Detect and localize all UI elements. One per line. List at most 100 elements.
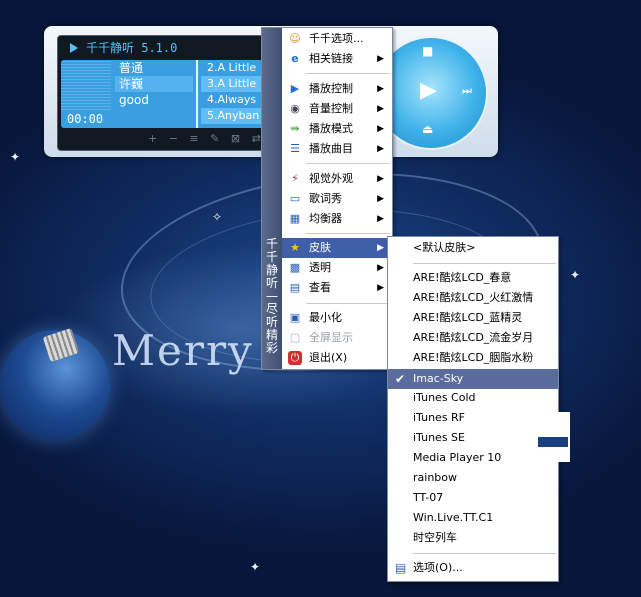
submenu-arrow-icon: ▶ — [377, 144, 384, 154]
fullscreen-icon: ▢ — [289, 331, 301, 344]
display-divider — [196, 60, 198, 128]
menu-item-equalizer[interactable]: ▦ 均衡器 ▶ — [282, 209, 392, 229]
menu-divider — [413, 553, 556, 554]
skin-label: iTunes RF — [413, 411, 466, 424]
skin-item[interactable]: 时空列车 — [388, 528, 558, 548]
menu-item-options[interactable]: ☺ 千千选项... — [282, 29, 392, 49]
menu-item-volume[interactable]: ◉ 音量控制 ▶ — [282, 99, 392, 119]
menu-item-links[interactable]: e 相关链接 ▶ — [282, 49, 392, 69]
menu-item-lyrics[interactable]: ▭ 歌词秀 ▶ — [282, 189, 392, 209]
visual-icon: ⚡ — [291, 172, 299, 185]
play-mode-icon: ⇛ — [290, 122, 300, 135]
submenu-arrow-icon: ▶ — [377, 104, 384, 114]
equalizer-icon: ▦ — [289, 212, 301, 225]
main-context-menu: 千千静听—尽听精彩 ☺ 千千选项... e 相关链接 ▶ ▶ 播放控制 ▶ ◉ … — [261, 27, 393, 370]
volume-icon: ◉ — [290, 102, 300, 115]
skin-item-selected[interactable]: ✔ Imac-Sky — [388, 369, 558, 389]
skin-item-default[interactable]: <默认皮肤> — [388, 238, 558, 258]
skin-label: ARE!酷炫LCD_蓝精灵 — [413, 311, 523, 324]
spectrum-visualizer — [61, 60, 111, 110]
skin-item[interactable]: ARE!酷炫LCD_流金岁月 — [388, 328, 558, 348]
menu-item-play-mode[interactable]: ⇛ 播放模式 ▶ — [282, 119, 392, 139]
menu-item-label: 全屏显示 — [309, 331, 353, 344]
menu-item-label: 音量控制 — [309, 102, 353, 115]
star-icon: ✧ — [212, 210, 223, 224]
view-icon: ▤ — [289, 281, 301, 294]
star-icon: ✦ — [250, 560, 261, 574]
eq-mode: 普通 — [119, 61, 144, 75]
menu-item-minimize[interactable]: ▣ 最小化 — [282, 308, 392, 328]
skin-label: iTunes SE — [413, 431, 465, 444]
skin-item[interactable]: Media Player 10 — [388, 448, 558, 468]
skin-item[interactable]: iTunes RF — [388, 408, 558, 428]
menu-item-transparency[interactable]: ▩ 透明 ▶ — [282, 258, 392, 278]
skin-submenu: <默认皮肤> ARE!酷炫LCD_春意 ARE!酷炫LCD_火红激情 ARE!酷… — [387, 236, 570, 582]
skin-item[interactable]: ARE!酷炫LCD_胭脂水粉 — [388, 348, 558, 368]
menu-item-label: 最小化 — [309, 311, 342, 324]
menu-item-visual[interactable]: ⚡ 视觉外观 ▶ — [282, 169, 392, 189]
check-icon: ✔ — [395, 372, 406, 386]
skin-label: <默认皮肤> — [413, 241, 476, 254]
menu-item-label: 歌词秀 — [309, 192, 342, 205]
skin-label: ARE!酷炫LCD_火红激情 — [413, 291, 534, 304]
skin-label: 时空列车 — [413, 531, 457, 544]
skin-label: Imac-Sky — [413, 372, 464, 385]
stop-icon[interactable]: ■ — [422, 44, 433, 58]
menu-divider — [413, 263, 556, 264]
skin-label: Win.Live.TT.C1 — [413, 511, 494, 524]
play-control-icon: ▶ — [290, 82, 300, 95]
skin-label: ARE!酷炫LCD_胭脂水粉 — [413, 351, 534, 364]
skin-item[interactable]: iTunes SE — [388, 428, 558, 448]
skin-item[interactable]: Win.Live.TT.C1 — [388, 508, 558, 528]
submenu-arrow-icon: ▶ — [377, 283, 384, 293]
skin-star-icon: ★ — [290, 241, 300, 254]
lyrics-icon: ▭ — [289, 192, 301, 205]
submenu-arrow-icon: ▶ — [377, 263, 384, 273]
skin-item[interactable]: ARE!酷炫LCD_春意 — [388, 268, 558, 288]
menu-item-play-control[interactable]: ▶ 播放控制 ▶ — [282, 79, 392, 99]
next-track-icon[interactable]: ⏭ — [462, 84, 472, 98]
submenu-arrow-icon: ▶ — [377, 243, 384, 253]
skin-item[interactable]: ARE!酷炫LCD_火红激情 — [388, 288, 558, 308]
transparency-icon: ▩ — [289, 261, 301, 274]
play-icon[interactable]: ▶ — [420, 78, 437, 103]
skin-label: ARE!酷炫LCD_流金岁月 — [413, 331, 534, 344]
time-display: 00:00 — [67, 112, 104, 126]
options-icon: ☺ — [289, 32, 301, 45]
menu-item-playlist[interactable]: ☰ 播放曲目 ▶ — [282, 139, 392, 159]
player-title: 千千静听 5.1.0 — [86, 41, 178, 55]
star-icon: ✦ — [570, 268, 581, 282]
skin-label: ARE!酷炫LCD_春意 — [413, 271, 512, 284]
play-small-icon[interactable] — [70, 43, 78, 53]
skin-options-item[interactable]: ▤ 选项(O)... — [388, 558, 558, 578]
menu-item-label: 皮肤 — [309, 241, 331, 254]
menu-item-label: 相关链接 — [309, 52, 353, 65]
link-icon: e — [291, 52, 299, 65]
menu-side-title: 千千静听—尽听精彩 — [265, 237, 278, 355]
menu-item-label: 播放模式 — [309, 122, 353, 135]
skin-item[interactable]: iTunes Cold — [388, 388, 558, 408]
submenu-arrow-icon: ▶ — [377, 174, 384, 184]
menu-divider — [306, 73, 390, 74]
menu-item-label: 透明 — [309, 261, 331, 274]
skin-label: TT-07 — [413, 491, 444, 504]
skin-label: Media Player 10 — [413, 451, 502, 464]
menu-item-exit[interactable]: ⏻ 退出(X) — [282, 348, 392, 368]
menu-item-skin[interactable]: ★ 皮肤 ▶ — [282, 238, 392, 258]
options-folder-icon: ▤ — [395, 561, 407, 575]
menu-item-label: 播放控制 — [309, 82, 353, 95]
skin-label: iTunes Cold — [413, 391, 476, 404]
menu-item-label: 播放曲目 — [309, 142, 353, 155]
menu-item-label: 千千选项... — [309, 32, 364, 45]
submenu-arrow-icon: ▶ — [377, 84, 384, 94]
submenu-arrow-icon: ▶ — [377, 214, 384, 224]
submenu-arrow-icon: ▶ — [377, 124, 384, 134]
menu-item-fullscreen: ▢ 全屏显示 — [282, 328, 392, 348]
eject-icon[interactable]: ⏏ — [422, 122, 433, 136]
skin-item[interactable]: TT-07 — [388, 488, 558, 508]
menu-divider — [306, 233, 390, 234]
skin-item[interactable]: ARE!酷炫LCD_蓝精灵 — [388, 308, 558, 328]
skin-item[interactable]: rainbow — [388, 468, 558, 488]
menu-item-label: 查看 — [309, 281, 331, 294]
menu-item-view[interactable]: ▤ 查看 ▶ — [282, 278, 392, 298]
